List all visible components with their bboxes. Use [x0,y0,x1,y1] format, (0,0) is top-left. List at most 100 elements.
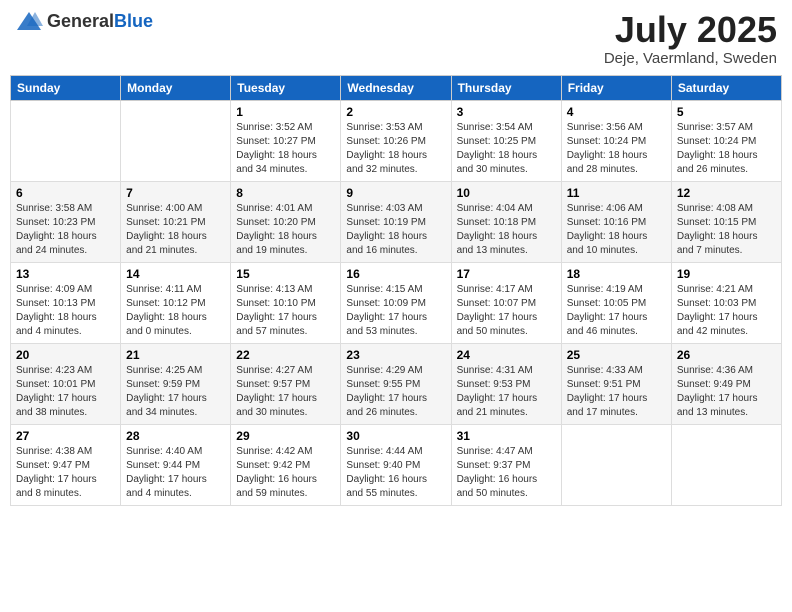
day-number: 22 [236,348,335,362]
calendar-cell: 24 Sunrise: 4:31 AM Sunset: 9:53 PM Dayli… [451,343,561,424]
day-info: Sunrise: 4:21 AM Sunset: 10:03 PM Daylig… [677,283,776,339]
weekday-header-monday: Monday [121,75,231,100]
weekday-header-sunday: Sunday [11,75,121,100]
day-number: 29 [236,429,335,443]
day-info: Sunrise: 4:03 AM Sunset: 10:19 PM Daylig… [346,202,445,258]
day-info: Sunrise: 4:23 AM Sunset: 10:01 PM Daylig… [16,364,115,420]
day-info: Sunrise: 4:47 AM Sunset: 9:37 PM Dayligh… [457,445,556,501]
day-info: Sunrise: 4:42 AM Sunset: 9:42 PM Dayligh… [236,445,335,501]
calendar-week-row: 27 Sunrise: 4:38 AM Sunset: 9:47 PM Dayli… [11,424,782,505]
calendar-cell: 19 Sunrise: 4:21 AM Sunset: 10:03 PM Dayl… [671,262,781,343]
day-info: Sunrise: 3:57 AM Sunset: 10:24 PM Daylig… [677,121,776,177]
calendar-cell: 28 Sunrise: 4:40 AM Sunset: 9:44 PM Dayli… [121,424,231,505]
day-info: Sunrise: 4:40 AM Sunset: 9:44 PM Dayligh… [126,445,225,501]
day-info: Sunrise: 3:58 AM Sunset: 10:23 PM Daylig… [16,202,115,258]
day-number: 21 [126,348,225,362]
day-number: 17 [457,267,556,281]
day-info: Sunrise: 4:04 AM Sunset: 10:18 PM Daylig… [457,202,556,258]
calendar-cell: 6 Sunrise: 3:58 AM Sunset: 10:23 PM Dayli… [11,181,121,262]
calendar-cell: 11 Sunrise: 4:06 AM Sunset: 10:16 PM Dayl… [561,181,671,262]
day-number: 27 [16,429,115,443]
calendar-cell: 8 Sunrise: 4:01 AM Sunset: 10:20 PM Dayli… [231,181,341,262]
day-number: 19 [677,267,776,281]
page-header: GeneralBlue July 2025 Deje, Vaermland, S… [10,10,782,67]
day-number: 8 [236,186,335,200]
day-number: 6 [16,186,115,200]
day-number: 31 [457,429,556,443]
day-number: 15 [236,267,335,281]
calendar-cell: 15 Sunrise: 4:13 AM Sunset: 10:10 PM Dayl… [231,262,341,343]
calendar-cell: 27 Sunrise: 4:38 AM Sunset: 9:47 PM Dayli… [11,424,121,505]
calendar-week-row: 1Sunrise: 3:52 AM Sunset: 10:27 PM Dayli… [11,100,782,181]
calendar-cell: 10Sunrise: 4:04 AM Sunset: 10:18 PM Dayl… [451,181,561,262]
calendar-cell: 17 Sunrise: 4:17 AM Sunset: 10:07 PM Dayl… [451,262,561,343]
calendar-cell: 20Sunrise: 4:23 AM Sunset: 10:01 PM Dayl… [11,343,121,424]
calendar-cell: 3 Sunrise: 3:54 AM Sunset: 10:25 PM Dayli… [451,100,561,181]
calendar-cell [121,100,231,181]
day-number: 3 [457,105,556,119]
calendar-cell: 26 Sunrise: 4:36 AM Sunset: 9:49 PM Dayli… [671,343,781,424]
day-info: Sunrise: 4:33 AM Sunset: 9:51 PM Dayligh… [567,364,666,420]
day-number: 2 [346,105,445,119]
day-number: 13 [16,267,115,281]
day-info: Sunrise: 4:38 AM Sunset: 9:47 PM Dayligh… [16,445,115,501]
day-info: Sunrise: 4:01 AM Sunset: 10:20 PM Daylig… [236,202,335,258]
calendar-cell: 22 Sunrise: 4:27 AM Sunset: 9:57 PM Dayli… [231,343,341,424]
calendar-week-row: 20Sunrise: 4:23 AM Sunset: 10:01 PM Dayl… [11,343,782,424]
calendar-week-row: 6 Sunrise: 3:58 AM Sunset: 10:23 PM Dayli… [11,181,782,262]
title-area: July 2025 Deje, Vaermland, Sweden [604,10,777,67]
day-number: 5 [677,105,776,119]
weekday-header-saturday: Saturday [671,75,781,100]
calendar-cell: 23 Sunrise: 4:29 AM Sunset: 9:55 PM Dayli… [341,343,451,424]
logo-icon [15,10,43,32]
day-number: 11 [567,186,666,200]
day-info: Sunrise: 4:00 AM Sunset: 10:21 PM Daylig… [126,202,225,258]
day-number: 14 [126,267,225,281]
weekday-header-wednesday: Wednesday [341,75,451,100]
calendar-cell: 14 Sunrise: 4:11 AM Sunset: 10:12 PM Dayl… [121,262,231,343]
day-number: 28 [126,429,225,443]
day-number: 23 [346,348,445,362]
day-number: 24 [457,348,556,362]
calendar-cell [671,424,781,505]
day-info: Sunrise: 4:31 AM Sunset: 9:53 PM Dayligh… [457,364,556,420]
logo-general: General [47,11,114,31]
month-title: July 2025 [604,10,777,50]
day-info: Sunrise: 4:36 AM Sunset: 9:49 PM Dayligh… [677,364,776,420]
calendar-cell: 1Sunrise: 3:52 AM Sunset: 10:27 PM Dayli… [231,100,341,181]
day-info: Sunrise: 3:53 AM Sunset: 10:26 PM Daylig… [346,121,445,177]
day-info: Sunrise: 4:25 AM Sunset: 9:59 PM Dayligh… [126,364,225,420]
calendar-cell [561,424,671,505]
day-number: 9 [346,186,445,200]
day-info: Sunrise: 4:13 AM Sunset: 10:10 PM Daylig… [236,283,335,339]
location-title: Deje, Vaermland, Sweden [604,50,777,67]
day-number: 25 [567,348,666,362]
weekday-header-friday: Friday [561,75,671,100]
calendar-cell: 7Sunrise: 4:00 AM Sunset: 10:21 PM Dayli… [121,181,231,262]
calendar-cell: 16 Sunrise: 4:15 AM Sunset: 10:09 PM Dayl… [341,262,451,343]
day-info: Sunrise: 4:06 AM Sunset: 10:16 PM Daylig… [567,202,666,258]
logo: GeneralBlue [15,10,153,32]
day-info: Sunrise: 4:44 AM Sunset: 9:40 PM Dayligh… [346,445,445,501]
calendar-cell: 21 Sunrise: 4:25 AM Sunset: 9:59 PM Dayli… [121,343,231,424]
day-number: 26 [677,348,776,362]
day-info: Sunrise: 4:29 AM Sunset: 9:55 PM Dayligh… [346,364,445,420]
day-info: Sunrise: 3:52 AM Sunset: 10:27 PM Daylig… [236,121,335,177]
day-info: Sunrise: 4:11 AM Sunset: 10:12 PM Daylig… [126,283,225,339]
day-info: Sunrise: 4:27 AM Sunset: 9:57 PM Dayligh… [236,364,335,420]
calendar-cell [11,100,121,181]
logo-blue: Blue [114,11,153,31]
calendar-week-row: 13Sunrise: 4:09 AM Sunset: 10:13 PM Dayl… [11,262,782,343]
day-info: Sunrise: 3:54 AM Sunset: 10:25 PM Daylig… [457,121,556,177]
day-info: Sunrise: 4:15 AM Sunset: 10:09 PM Daylig… [346,283,445,339]
calendar-cell: 25 Sunrise: 4:33 AM Sunset: 9:51 PM Dayli… [561,343,671,424]
day-info: Sunrise: 4:17 AM Sunset: 10:07 PM Daylig… [457,283,556,339]
calendar-cell: 31 Sunrise: 4:47 AM Sunset: 9:37 PM Dayli… [451,424,561,505]
calendar-cell: 12Sunrise: 4:08 AM Sunset: 10:15 PM Dayl… [671,181,781,262]
day-number: 16 [346,267,445,281]
calendar-table: SundayMondayTuesdayWednesdayThursdayFrid… [10,75,782,506]
day-info: Sunrise: 4:19 AM Sunset: 10:05 PM Daylig… [567,283,666,339]
logo-text: GeneralBlue [47,11,153,32]
calendar-cell: 13Sunrise: 4:09 AM Sunset: 10:13 PM Dayl… [11,262,121,343]
calendar-cell: 4Sunrise: 3:56 AM Sunset: 10:24 PM Dayli… [561,100,671,181]
